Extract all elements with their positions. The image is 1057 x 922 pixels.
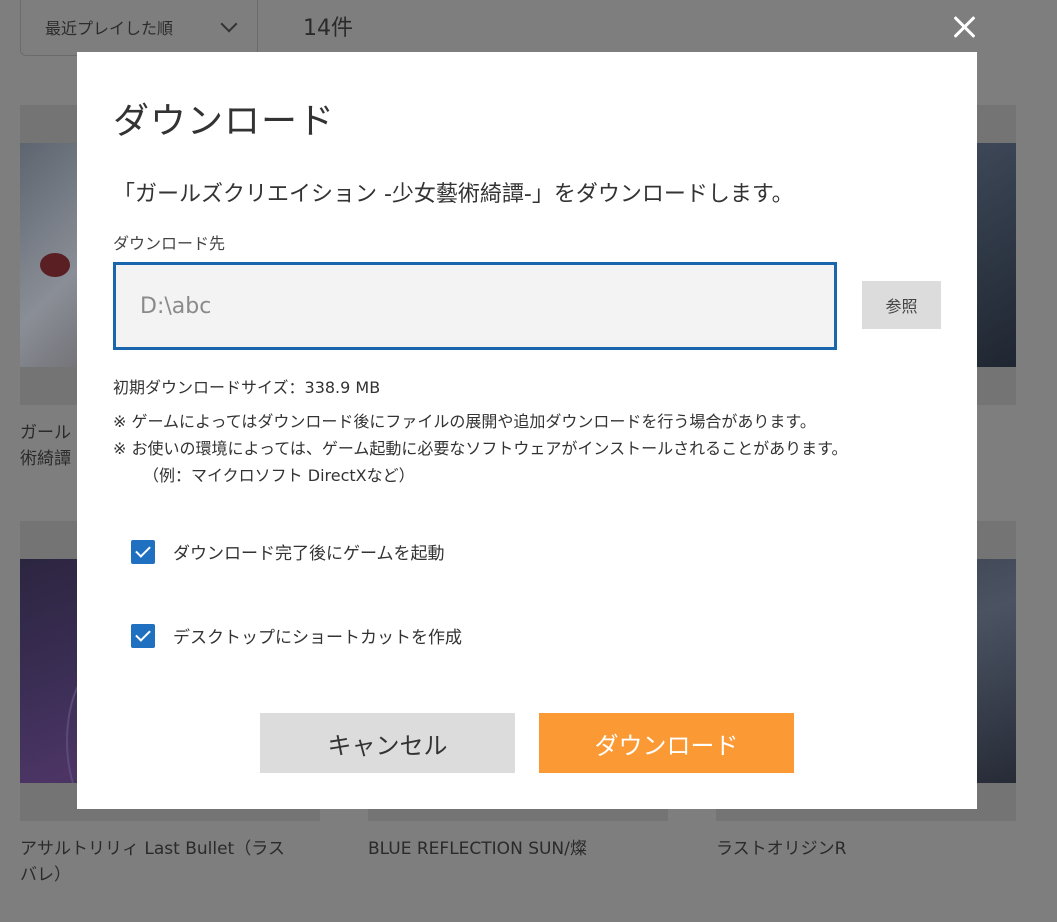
launch-after-download-option[interactable]: ダウンロード完了後にゲームを起動 [131,539,445,564]
dialog-title: ダウンロード [113,101,336,142]
chevron-down-icon [220,15,238,33]
note-text: ※ お使いの環境によっては、ゲーム起動に必要なソフトウェアがインストールされるこ… [113,439,848,458]
browse-button[interactable]: 参照 [862,281,941,329]
dialog-message: 「ガールズクリエイション -少女藝術綺譚-」をダウンロードします。 [113,182,794,207]
close-icon[interactable] [948,11,980,43]
result-count: 14件 [303,16,353,41]
option-label[interactable]: ダウンロード完了後にゲームを起動 [173,539,445,564]
create-shortcut-option[interactable]: デスクトップにショートカットを作成 [131,623,462,648]
game-title[interactable]: アサルトリリィ Last Bullet（ラスバレ） [20,836,290,888]
game-title[interactable]: ガール術綺譚 [20,420,80,472]
checkbox-checked-icon[interactable] [131,539,155,564]
note-text: （例：マイクロソフト DirectXなど） [143,466,415,485]
game-title[interactable]: BLUE REFLECTION SUN/燦 [368,836,658,862]
sort-dropdown-label: 最近プレイした順 [45,19,174,38]
download-path-input[interactable] [113,262,837,350]
destination-label: ダウンロード先 [113,234,226,253]
option-label[interactable]: デスクトップにショートカットを作成 [173,623,462,648]
download-size: 初期ダウンロードサイズ：338.9 MB [113,378,381,397]
download-dialog: ダウンロード 「ガールズクリエイション -少女藝術綺譚-」をダウンロードします。… [77,52,977,809]
download-button[interactable]: ダウンロード [539,713,794,773]
sort-dropdown[interactable]: 最近プレイした順 [20,0,258,56]
cancel-button[interactable]: キャンセル [260,713,515,773]
checkbox-checked-icon[interactable] [131,623,155,648]
game-title[interactable]: ラストオリジンR [716,836,1006,862]
note-text: ※ ゲームによってはダウンロード後にファイルの展開や追加ダウンロードを行う場合が… [113,412,816,431]
